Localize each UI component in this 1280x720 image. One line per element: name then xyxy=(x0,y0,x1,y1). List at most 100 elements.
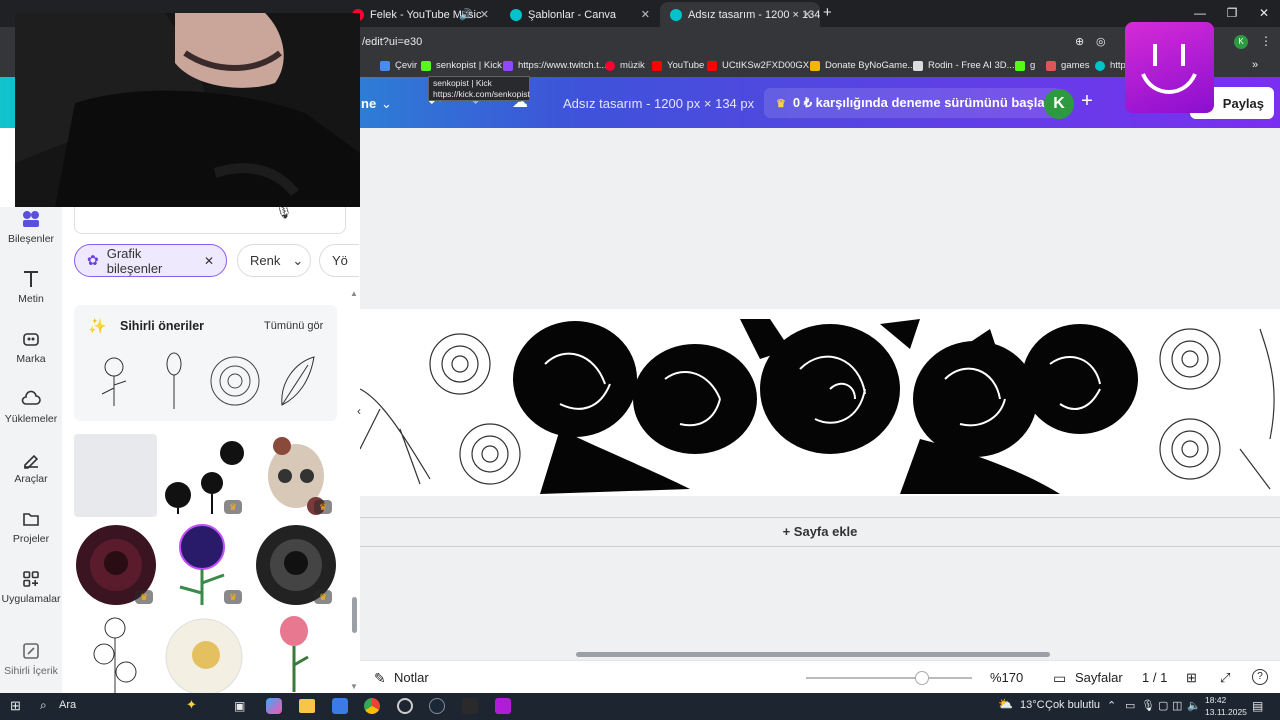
zoom-slider[interactable] xyxy=(806,677,972,679)
rose-bloom-thumbnail[interactable] xyxy=(206,353,264,409)
document-title[interactable]: Adsız tasarım - 1200 px × 134 px xyxy=(563,96,754,111)
bookmark-item[interactable]: http xyxy=(1095,60,1126,71)
nav-item-magic-media[interactable]: Sihirli İçerik xyxy=(0,641,62,677)
clock-date[interactable]: 13.11.2025 xyxy=(1205,707,1247,717)
bookmark-item[interactable]: Rodin - Free AI 3D... xyxy=(913,60,1015,71)
add-collaborator-button[interactable]: + xyxy=(1076,90,1098,118)
chevron-down-icon[interactable]: ⌄ xyxy=(381,96,392,112)
more-bookmarks-icon[interactable]: » xyxy=(1252,59,1258,71)
maximize-button[interactable]: ❐ xyxy=(1216,0,1248,27)
rose-border-artwork[interactable] xyxy=(360,309,1280,496)
bookmark-item[interactable]: games xyxy=(1046,60,1090,71)
collapse-panel-button[interactable]: ‹ xyxy=(352,398,366,424)
tooltip-title: senkopist | Kick xyxy=(433,78,492,88)
remove-filter-icon[interactable]: ✕ xyxy=(204,254,214,268)
premium-crown-icon: ♛ xyxy=(314,500,332,514)
pages-button[interactable]: Sayfalar xyxy=(1075,670,1123,685)
see-all-link[interactable]: Tümünü gör xyxy=(264,320,323,332)
streaming-app-icon[interactable] xyxy=(495,698,511,714)
pink-rose-thumbnail[interactable] xyxy=(272,615,316,693)
tab-canva-templates[interactable]: Şablonlar - Canva ✕ xyxy=(500,2,658,27)
filter-chip-graphics[interactable]: ✿ Grafik bileşenler ✕ xyxy=(74,244,227,277)
bookmark-item[interactable]: https://www.twitch.t... xyxy=(503,60,607,71)
copilot-app-icon[interactable] xyxy=(266,698,282,714)
avatar[interactable]: K xyxy=(1044,89,1074,119)
new-tab-button[interactable]: + xyxy=(823,4,832,21)
scroll-up-icon[interactable]: ▲ xyxy=(350,289,358,298)
help-icon[interactable]: ? xyxy=(1252,669,1268,685)
search-icon[interactable]: ⌕ xyxy=(40,698,47,713)
close-window-button[interactable]: ✕ xyxy=(1248,0,1280,27)
file-menu[interactable]: ne xyxy=(361,96,376,111)
close-tab-icon[interactable]: ✕ xyxy=(641,8,650,21)
monitor-icon[interactable]: ▢ xyxy=(1158,699,1168,712)
steam-icon[interactable] xyxy=(429,698,445,714)
bookmark-item[interactable]: g xyxy=(1015,60,1035,71)
filter-chip-color[interactable]: Renk ⌄ xyxy=(237,244,311,277)
windows-start-icon[interactable]: ⊞ xyxy=(10,698,21,714)
bookmark-item[interactable]: senkopist | Kick xyxy=(421,60,502,71)
nav-item-text[interactable]: Metin xyxy=(0,269,62,305)
store-icon[interactable] xyxy=(332,698,348,714)
bookmark-item[interactable]: Çevir xyxy=(380,60,417,71)
tray-chevron-icon[interactable]: ⌃ xyxy=(1107,699,1116,712)
notification-icon[interactable]: ▤ xyxy=(1252,699,1263,713)
nav-item-brand[interactable]: Marka xyxy=(0,329,62,365)
clock-time[interactable]: 18:42 xyxy=(1205,695,1226,705)
network-icon[interactable]: ◫ xyxy=(1172,699,1182,712)
panel-scrollbar[interactable] xyxy=(352,597,357,633)
file-explorer-icon[interactable] xyxy=(299,699,315,713)
tab-canva-design[interactable]: Adsız tasarım - 1200 × 134 px ✕ xyxy=(660,2,820,27)
page-counter[interactable]: 1 / 1 xyxy=(1142,670,1167,685)
bookmark-item[interactable]: müzik xyxy=(605,60,645,71)
microphone-icon[interactable]: 🎙 xyxy=(1141,699,1155,712)
bookmark-item[interactable]: YouTube xyxy=(652,60,704,71)
nav-item-apps[interactable]: Uygulamalar xyxy=(0,569,62,605)
result-thumbnail-loading[interactable] xyxy=(74,434,157,517)
leaf-thumbnail[interactable] xyxy=(274,353,318,411)
task-view-icon[interactable]: ▣ xyxy=(234,699,245,713)
trial-button[interactable]: ♛ 0 ₺ karşılığında deneme sürümünü başla… xyxy=(764,88,1061,118)
notes-button[interactable]: Notlar xyxy=(394,670,429,685)
app-tray-icon[interactable]: ▭ xyxy=(1125,699,1135,712)
chrome-icon[interactable] xyxy=(364,698,380,714)
weather-text[interactable]: Çok bulutlu xyxy=(1045,699,1100,711)
nav-item-elements[interactable]: Bileşenler xyxy=(0,209,62,245)
browser-menu-icon[interactable]: ⋮ xyxy=(1260,34,1272,48)
search-input[interactable]: 🎙 xyxy=(74,203,346,234)
scroll-down-icon[interactable]: ▼ xyxy=(350,682,358,691)
rosebud-thumbnail[interactable] xyxy=(159,351,189,411)
canvas-horizontal-scrollbar[interactable] xyxy=(576,652,1050,657)
taskbar-search[interactable]: Ara xyxy=(59,699,76,711)
zoom-icon[interactable]: ⊕ xyxy=(1075,35,1084,48)
add-page-button[interactable]: + Sayfa ekle xyxy=(360,517,1280,547)
zoom-percent[interactable]: %170 xyxy=(990,670,1023,685)
editor-footer: ✎ Notlar %170 ▭ Sayfalar 1 / 1 ⊞ ⤢ ? xyxy=(360,660,1280,693)
grid-view-icon[interactable]: ⊞ xyxy=(1186,670,1197,686)
twitch-icon xyxy=(503,60,513,71)
url-field[interactable]: /edit?ui=e30 xyxy=(362,36,422,48)
tab-youtube-music[interactable]: Felek - YouTube Music 🔊 ✕ xyxy=(342,2,497,27)
white-rose-thumbnail[interactable] xyxy=(162,617,248,693)
speaker-icon[interactable]: 🔊 xyxy=(459,8,473,21)
rose-line-art-thumbnail[interactable] xyxy=(82,614,148,693)
volume-icon[interactable]: 🔈 xyxy=(1187,699,1201,712)
close-tab-icon[interactable]: ✕ xyxy=(480,8,489,21)
nav-item-projects[interactable]: Projeler xyxy=(0,509,62,545)
nav-item-uploads[interactable]: Yüklemeler xyxy=(0,389,62,425)
zoom-slider-handle[interactable] xyxy=(915,671,930,685)
eye-off-icon[interactable]: ◎ xyxy=(1096,35,1106,48)
nav-item-tools[interactable]: Araçlar xyxy=(0,449,62,485)
design-page[interactable] xyxy=(360,309,1280,496)
profile-avatar[interactable]: K xyxy=(1234,35,1248,49)
obs-icon[interactable] xyxy=(397,698,413,714)
bookmark-item[interactable]: UCtIKSw2FXD00GX... xyxy=(707,60,817,71)
copilot-sparkle-icon[interactable]: ✦ xyxy=(186,697,197,713)
weather-temp[interactable]: 13°C xyxy=(1020,699,1045,711)
bookmark-item[interactable]: Donate ByNoGame... xyxy=(810,60,915,71)
fullscreen-icon[interactable]: ⤢ xyxy=(1220,670,1230,686)
epic-games-icon[interactable] xyxy=(462,698,478,714)
filter-chip-more[interactable]: Yö xyxy=(319,244,359,277)
rose-sketch-thumbnail[interactable] xyxy=(92,353,138,409)
close-tab-icon[interactable]: ✕ xyxy=(803,8,812,21)
